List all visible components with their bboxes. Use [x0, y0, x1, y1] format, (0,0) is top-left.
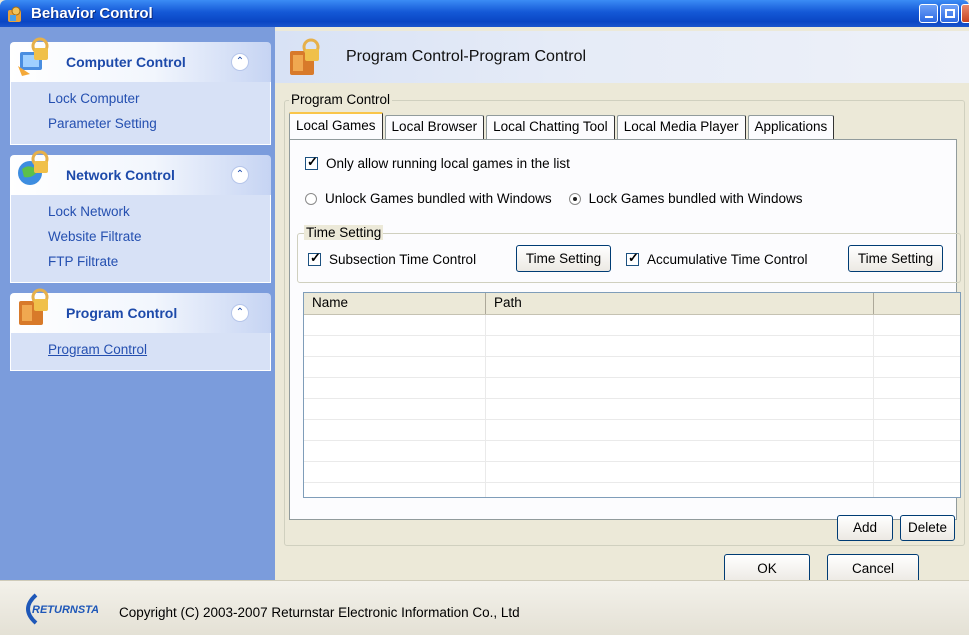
computer-icon: [16, 36, 52, 78]
group-header[interactable]: Network Control ⌃: [10, 150, 271, 195]
window-titlebar: Behavior Control: [0, 0, 969, 27]
window-title: Behavior Control: [31, 5, 153, 22]
lock-games-label: Lock Games bundled with Windows: [588, 191, 803, 206]
group-header[interactable]: Computer Control ⌃: [10, 37, 271, 82]
subsection-row[interactable]: ✓ Subsection Time Control: [308, 250, 477, 267]
sidebar-item-lock-network[interactable]: Lock Network: [48, 201, 270, 226]
accumulative-row[interactable]: ✓ Accumulative Time Control: [626, 250, 808, 267]
tab-local-chatting-tool[interactable]: Local Chatting Tool: [486, 115, 615, 139]
delete-button[interactable]: Delete: [900, 515, 955, 541]
cancel-button[interactable]: Cancel: [827, 554, 919, 583]
groupbox-legend: Time Setting: [304, 225, 384, 240]
tab-local-games[interactable]: Local Games: [289, 112, 383, 139]
column-header-blank[interactable]: [874, 293, 960, 314]
collapse-icon[interactable]: ⌃: [231, 166, 249, 184]
accumulative-time-setting-button[interactable]: Time Setting: [848, 245, 943, 272]
table-row: [304, 399, 960, 420]
group-title: Network Control: [66, 167, 175, 183]
table-row: [304, 357, 960, 378]
tab-local-browser[interactable]: Local Browser: [384, 115, 485, 139]
program-box-icon: [16, 287, 52, 329]
add-button[interactable]: Add: [837, 515, 893, 541]
ok-button[interactable]: OK: [724, 554, 810, 583]
lock-games-radio[interactable]: [568, 192, 581, 205]
network-globe-icon: [16, 149, 52, 191]
group-network-control: Network Control ⌃ Lock Network Website F…: [10, 150, 271, 283]
sidebar-item-ftp-filtrate[interactable]: FTP Filtrate: [48, 251, 270, 276]
maximize-button[interactable]: [940, 4, 959, 23]
subsection-checkbox[interactable]: ✓: [308, 250, 321, 266]
only-allow-row[interactable]: ✓ Only allow running local games in the …: [305, 154, 570, 171]
table-row: [304, 315, 960, 336]
group-title: Program Control: [66, 305, 178, 321]
table-row: [304, 336, 960, 357]
unlock-games-radio[interactable]: [305, 192, 317, 205]
tab-applications[interactable]: Applications: [747, 115, 835, 139]
accumulative-label: Accumulative Time Control: [647, 252, 808, 267]
only-allow-label: Only allow running local games in the li…: [326, 156, 570, 171]
collapse-icon[interactable]: ⌃: [231, 53, 249, 71]
collapse-icon[interactable]: ⌃: [231, 304, 249, 322]
copyright-text: Copyright (C) 2003-2007 Returnstar Elect…: [119, 605, 520, 620]
subsection-time-setting-button[interactable]: Time Setting: [516, 245, 611, 272]
games-table[interactable]: Name Path: [303, 292, 961, 498]
tab-local-media-player[interactable]: Local Media Player: [616, 115, 746, 139]
table-header: Name Path: [304, 293, 960, 315]
table-row: [304, 462, 960, 483]
group-computer-control: Computer Control ⌃ Lock Computer Paramet…: [10, 37, 271, 145]
minimize-button[interactable]: [919, 4, 938, 23]
returnstar-logo: RETURNSTAR: [22, 593, 107, 625]
table-row: [304, 378, 960, 399]
radio-group: Unlock Games bundled with Windows Lock G…: [305, 191, 802, 206]
accumulative-checkbox[interactable]: ✓: [626, 250, 639, 266]
sidebar-item-program-control[interactable]: Program Control: [48, 339, 270, 364]
sidebar-item-parameter-setting[interactable]: Parameter Setting: [48, 113, 270, 138]
column-header-path[interactable]: Path: [486, 293, 874, 314]
table-row: [304, 420, 960, 441]
footer: RETURNSTAR Copyright (C) 2003-2007 Retur…: [0, 580, 969, 635]
sidebar-item-website-filtrate[interactable]: Website Filtrate: [48, 226, 270, 251]
subsection-label: Subsection Time Control: [329, 252, 477, 267]
group-title: Computer Control: [66, 54, 186, 70]
table-row: [304, 441, 960, 462]
table-body: [304, 315, 960, 497]
sidebar: Computer Control ⌃ Lock Computer Paramet…: [0, 27, 275, 580]
app-icon: [7, 5, 25, 23]
svg-text:RETURNSTAR: RETURNSTAR: [32, 604, 98, 616]
group-header[interactable]: Program Control ⌃: [10, 288, 271, 333]
column-header-name[interactable]: Name: [304, 293, 486, 314]
unlock-games-label: Unlock Games bundled with Windows: [325, 191, 552, 206]
group-program-control: Program Control ⌃ Program Control: [10, 288, 271, 371]
tab-strip: Local Games Local Browser Local Chatting…: [289, 112, 836, 139]
only-allow-checkbox[interactable]: ✓: [305, 154, 318, 170]
sidebar-item-lock-computer[interactable]: Lock Computer: [48, 88, 270, 113]
table-row: [304, 483, 960, 497]
close-button[interactable]: [961, 4, 969, 23]
